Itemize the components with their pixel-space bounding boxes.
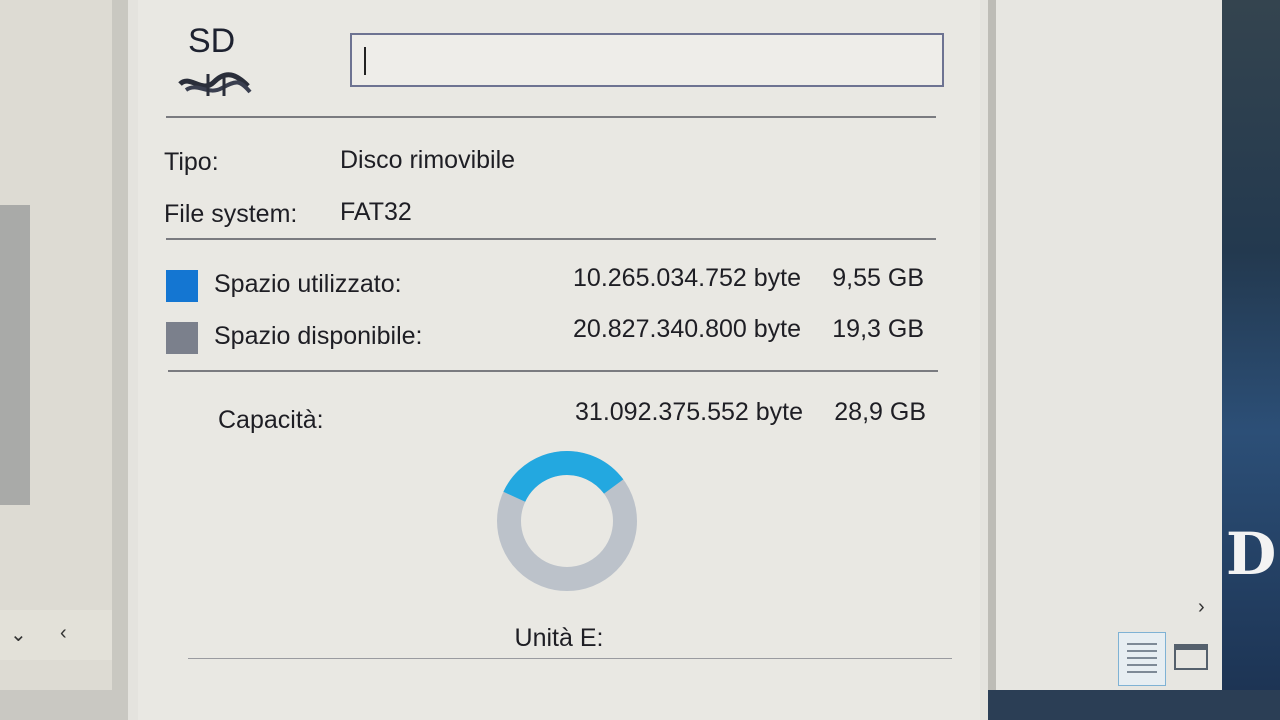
- free-space-color-swatch: [166, 322, 198, 354]
- background-status-area: [0, 690, 130, 720]
- separator-3: [168, 370, 938, 372]
- separator-1: [166, 116, 936, 118]
- separator-4: [188, 658, 952, 659]
- desktop-background: [1222, 0, 1280, 720]
- file-system-label: File system:: [164, 200, 298, 228]
- details-view-button[interactable]: [1118, 632, 1166, 686]
- sd-card-drive-icon: SD: [178, 22, 258, 102]
- used-space-color-swatch: [166, 270, 198, 302]
- dialog-right-border: [988, 0, 996, 690]
- capacity-bytes: 31.092.375.552 byte: [575, 398, 803, 426]
- details-view-icon: [1127, 643, 1157, 675]
- free-space-bytes: 20.827.340.800 byte: [573, 315, 801, 343]
- type-label: Tipo:: [164, 148, 219, 176]
- large-icons-view-button[interactable]: [1170, 632, 1216, 684]
- hd-scribble-icon: [178, 72, 252, 96]
- desktop-text-fragment: D: [1226, 520, 1277, 588]
- chevron-down-icon[interactable]: ⌄: [10, 622, 27, 647]
- chevron-right-icon[interactable]: ›: [1198, 596, 1205, 619]
- sd-icon-label: SD: [188, 22, 236, 60]
- text-cursor: [364, 47, 366, 75]
- used-space-size: 9,55 GB: [832, 264, 924, 292]
- drive-name-input[interactable]: [350, 33, 944, 87]
- capacity-size: 28,9 GB: [834, 398, 926, 426]
- file-system-value: FAT32: [340, 198, 412, 226]
- disk-usage-donut-chart: [497, 451, 637, 591]
- capacity-label: Capacità:: [218, 406, 324, 434]
- chevron-left-icon[interactable]: ‹: [60, 622, 67, 645]
- free-space-size: 19,3 GB: [832, 315, 924, 343]
- background-window-right: [994, 0, 1226, 690]
- free-space-label: Spazio disponibile:: [214, 322, 423, 350]
- background-nav-bar: ⌄ ‹: [0, 610, 112, 660]
- used-space-label: Spazio utilizzato:: [214, 270, 402, 298]
- dialog-left-border: [112, 0, 128, 720]
- drive-letter-label: Unità E:: [514, 624, 604, 652]
- separator-2: [166, 238, 936, 240]
- preview-pane-icon: [1174, 644, 1208, 670]
- background-scrollbar[interactable]: [0, 205, 30, 505]
- type-value: Disco rimovibile: [340, 146, 516, 174]
- general-tab-panel: SD Tipo: Disco rimovibile File system: F…: [138, 0, 980, 720]
- properties-dialog: SD Tipo: Disco rimovibile File system: F…: [128, 0, 988, 720]
- used-space-bytes: 10.265.034.752 byte: [573, 264, 801, 292]
